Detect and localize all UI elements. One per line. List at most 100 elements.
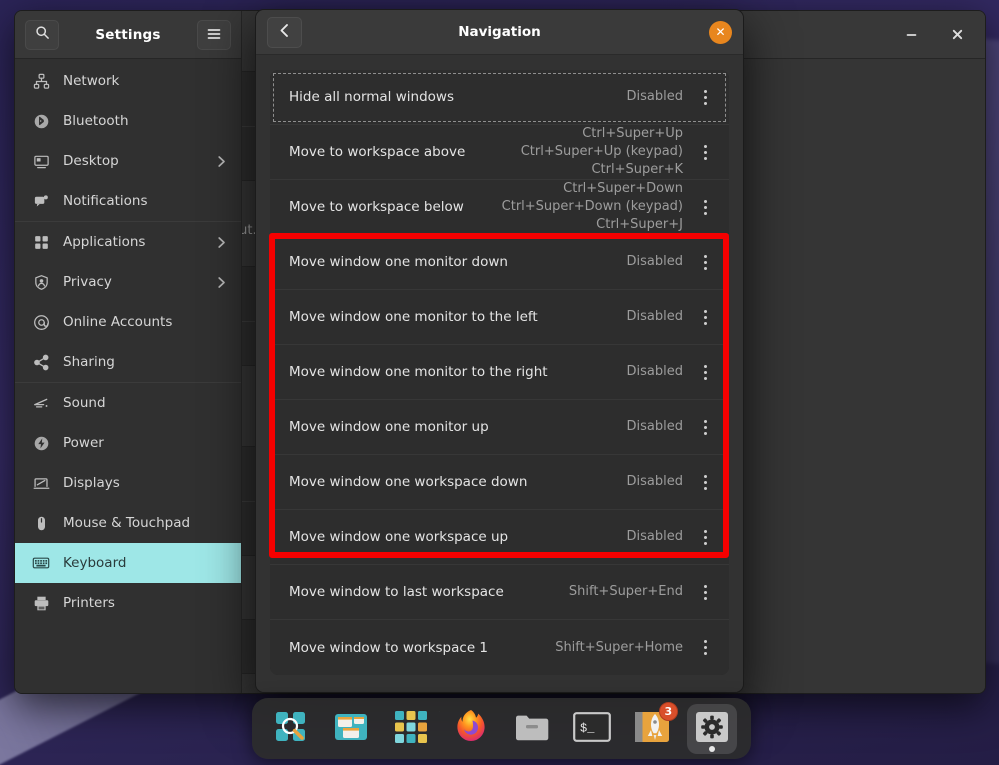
gear-icon xyxy=(694,711,730,747)
three-dots-vertical-icon[interactable] xyxy=(697,640,713,655)
terminal-icon: $_ xyxy=(573,712,611,746)
three-dots-vertical-icon[interactable] xyxy=(697,365,713,380)
dialog-close-button[interactable]: ✕ xyxy=(709,21,732,44)
shortcut-row[interactable]: Move window to last workspaceShift+Super… xyxy=(270,565,729,620)
shortcut-row[interactable]: Move window one monitor upDisabled xyxy=(270,400,729,455)
sidebar-item-mouse-touchpad[interactable]: Mouse & Touchpad xyxy=(15,503,241,543)
shortcut-accelerator: Disabled xyxy=(627,418,697,436)
shortcut-accelerator: Disabled xyxy=(627,253,697,271)
shortcut-row[interactable]: Move window one monitor to the rightDisa… xyxy=(270,345,729,400)
shortcut-row[interactable]: Move window one monitor to the leftDisab… xyxy=(270,290,729,345)
keyboard-icon xyxy=(32,554,50,572)
three-dots-vertical-icon[interactable] xyxy=(697,310,713,325)
three-dots-vertical-icon[interactable] xyxy=(697,585,713,600)
sidebar-item-printers[interactable]: Printers xyxy=(15,583,241,623)
shortcut-row[interactable]: Move window one workspace upDisabled xyxy=(270,510,729,565)
close-icon xyxy=(951,28,964,41)
network-icon xyxy=(32,72,50,90)
dock-item-window-tiling[interactable] xyxy=(326,704,376,754)
shortcut-accelerator: Disabled xyxy=(627,363,697,381)
back-button[interactable] xyxy=(267,17,302,48)
shortcut-row[interactable]: Move to workspace belowCtrl+Super+Down C… xyxy=(270,180,729,235)
chevron-right-icon xyxy=(216,155,227,168)
shortcut-name: Move window one monitor to the right xyxy=(289,364,627,380)
dock-item-software-center[interactable]: 3 xyxy=(627,704,677,754)
sidebar-item-sound[interactable]: Sound xyxy=(15,383,241,423)
dock-item-firefox[interactable] xyxy=(446,704,496,754)
running-indicator-dot xyxy=(709,746,715,752)
shortcut-name: Move window one monitor down xyxy=(289,254,627,270)
shortcut-accelerator: Shift+Super+Home xyxy=(555,639,697,657)
three-dots-vertical-icon[interactable] xyxy=(697,420,713,435)
shortcut-name: Move window to last workspace xyxy=(289,584,569,600)
dock-item-app-grid[interactable] xyxy=(386,704,436,754)
shortcut-row[interactable]: Move window one workspace downDisabled xyxy=(270,455,729,510)
sidebar-item-desktop[interactable]: Desktop xyxy=(15,141,241,181)
dock-item-settings[interactable] xyxy=(687,704,737,754)
shortcut-row[interactable]: Hide all normal windowsDisabled xyxy=(270,70,729,125)
three-dots-vertical-icon[interactable] xyxy=(697,255,713,270)
dialog-title: Navigation xyxy=(256,24,743,40)
dialog-body: Hide all normal windowsDisabledMove to w… xyxy=(256,55,743,692)
dock-item-files[interactable] xyxy=(507,704,557,754)
mouse-icon xyxy=(32,514,50,532)
three-dots-vertical-icon[interactable] xyxy=(697,475,713,490)
sidebar-item-label: Sharing xyxy=(63,354,227,370)
applications-icon xyxy=(32,233,50,251)
three-dots-vertical-icon[interactable] xyxy=(697,530,713,545)
hamburger-menu-icon xyxy=(207,25,221,44)
navigation-shortcuts-dialog: Navigation ✕ Hide all normal windowsDisa… xyxy=(255,9,744,693)
sidebar-item-online-accounts[interactable]: Online Accounts xyxy=(15,302,241,342)
close-window-button[interactable] xyxy=(943,21,971,49)
settings-sidebar: Settings Network Bluetooth Desktop Notifica… xyxy=(15,11,242,693)
shortcut-accelerator: Disabled xyxy=(627,308,697,326)
settings-title: Settings xyxy=(67,27,189,43)
sidebar-item-label: Printers xyxy=(63,595,227,611)
displays-icon xyxy=(32,474,50,492)
chevron-left-icon xyxy=(278,23,291,42)
shortcut-name: Move window to workspace 1 xyxy=(289,640,555,656)
sidebar-item-label: Keyboard xyxy=(63,555,227,571)
sidebar-item-sharing[interactable]: Sharing xyxy=(15,342,241,382)
shortcut-name: Move window one monitor to the left xyxy=(289,309,627,325)
shortcut-accelerator: Ctrl+Super+Up Ctrl+Super+Up (keypad) Ctr… xyxy=(521,125,697,179)
sidebar-item-power[interactable]: Power xyxy=(15,423,241,463)
privacy-shield-icon xyxy=(32,273,50,291)
sidebar-item-label: Network xyxy=(63,73,227,89)
sidebar-item-displays[interactable]: Displays xyxy=(15,463,241,503)
firefox-icon xyxy=(451,707,491,751)
folder-icon xyxy=(514,711,550,747)
shortcut-name: Move to workspace below xyxy=(289,199,502,215)
three-dots-vertical-icon[interactable] xyxy=(697,90,713,105)
sidebar-item-label: Desktop xyxy=(63,153,203,169)
minimize-button[interactable] xyxy=(897,21,925,49)
main-menu-button[interactable] xyxy=(197,20,231,50)
sidebar-item-keyboard[interactable]: Keyboard xyxy=(15,543,241,583)
three-dots-vertical-icon[interactable] xyxy=(697,200,713,215)
shortcut-list: Hide all normal windowsDisabledMove to w… xyxy=(270,70,729,675)
shortcut-row[interactable]: Move to workspace aboveCtrl+Super+Up Ctr… xyxy=(270,125,729,180)
sound-icon xyxy=(32,394,50,412)
sidebar-item-label: Applications xyxy=(63,234,203,250)
sidebar-item-applications[interactable]: Applications xyxy=(15,222,241,262)
shortcut-accelerator: Ctrl+Super+Down Ctrl+Super+Down (keypad)… xyxy=(502,180,697,234)
shortcut-accelerator: Disabled xyxy=(627,473,697,491)
dock-item-terminal[interactable]: $_ xyxy=(567,704,617,754)
sidebar-item-notifications[interactable]: Notifications xyxy=(15,181,241,221)
dock-item-activities-overview[interactable] xyxy=(266,704,316,754)
grid-apps-icon xyxy=(394,710,428,748)
sidebar-item-bluetooth[interactable]: Bluetooth xyxy=(15,101,241,141)
sidebar-item-privacy[interactable]: Privacy xyxy=(15,262,241,302)
chevron-right-icon xyxy=(216,276,227,289)
three-dots-vertical-icon[interactable] xyxy=(697,145,713,160)
desktop-icon xyxy=(32,152,50,170)
search-button[interactable] xyxy=(25,20,59,50)
sidebar-item-list: Network Bluetooth Desktop Notifications Appl… xyxy=(15,59,241,693)
shortcut-name: Move window one monitor up xyxy=(289,419,627,435)
shortcut-row[interactable]: Move window one monitor downDisabled xyxy=(270,235,729,290)
dock: $_ 3 xyxy=(252,698,751,759)
shortcut-row[interactable]: Move window to workspace 1Shift+Super+Ho… xyxy=(270,620,729,675)
sidebar-item-label: Mouse & Touchpad xyxy=(63,515,227,531)
share-icon xyxy=(32,353,50,371)
sidebar-item-network[interactable]: Network xyxy=(15,61,241,101)
